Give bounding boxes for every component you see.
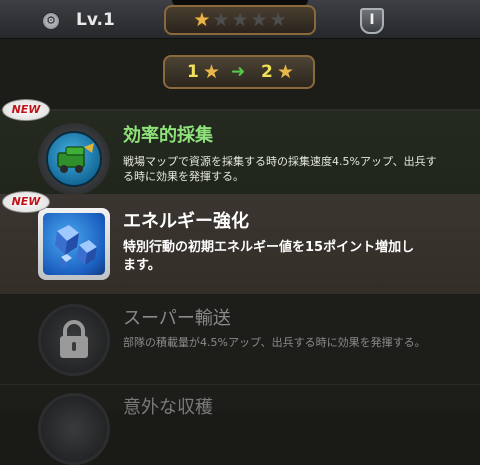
gather-cart-icon (46, 131, 102, 187)
level-label: Lv.1 (76, 10, 115, 30)
star-empty-icon: ★ (212, 9, 230, 31)
star-icon: ★ (277, 61, 295, 83)
desc-line: ます。 (123, 258, 161, 273)
new-badge: NEW (2, 99, 50, 121)
info-button[interactable]: I (360, 8, 384, 34)
star-icon: ★ (203, 61, 221, 83)
skill-row-energy-boost[interactable]: NEW エネルギー強化 特別行動の初期エネルギー値を15ポイント増加し ます。 (0, 191, 480, 294)
upgrade-indicator: 1 ★ ➜ 2 ★ (163, 55, 315, 89)
star-empty-icon: ★ (269, 9, 287, 31)
star-rating: ★ ★ ★ ★ ★ (164, 5, 316, 35)
skill-row-super-transport[interactable]: スーパー輸送 部隊の積載量が4.5%アップ、出兵する時に効果を発揮する。 (0, 294, 480, 384)
desc-line: る時に効果を発揮する。 (123, 170, 244, 183)
star-empty-icon: ★ (250, 9, 268, 31)
upgrade-from-level: 1 (187, 62, 199, 82)
top-bar: ⚙ Lv.1 ★ ★ ★ ★ ★ I (0, 0, 480, 39)
new-badge: NEW (2, 191, 50, 213)
skill-description: 部隊の積載量が4.5%アップ、出兵する時に効果を発揮する。 (123, 336, 426, 349)
star-filled-icon: ★ (193, 9, 211, 31)
level-icon: ⚙ (42, 12, 60, 30)
skill-description: 特別行動の初期エネルギー値を15ポイント増加し ます。 (123, 239, 463, 275)
skill-title: 意外な収穫 (123, 397, 213, 418)
skill-title: 効率的採集 (123, 125, 213, 146)
energy-cubes-icon (43, 213, 105, 275)
upgrade-to-level: 2 (261, 62, 273, 82)
skill-description: 戦場マップで資源を採集する時の採集速度4.5%アップ、出兵す る時に効果を発揮す… (123, 154, 463, 184)
upgrade-area: 1 ★ ➜ 2 ★ (0, 39, 480, 109)
skill-row-efficient-gathering[interactable]: NEW 効率的採集 戦場マップで資源を採集する時の採集速度4.5%アップ、出兵す… (0, 99, 480, 195)
desc-line: 特別行動の初期エネルギー値を15ポイント増加し (123, 240, 415, 255)
skill-row-unexpected-harvest[interactable]: 意外な収穫 (0, 384, 480, 465)
arrow-right-icon: ➜ (231, 62, 246, 82)
star-empty-icon: ★ (231, 9, 249, 31)
skill-title: エネルギー強化 (123, 211, 249, 232)
desc-line: 戦場マップで資源を採集する時の採集速度4.5%アップ、出兵す (123, 155, 437, 168)
lock-icon (38, 393, 110, 465)
skill-title: スーパー輸送 (123, 308, 231, 329)
lock-icon (38, 304, 110, 376)
